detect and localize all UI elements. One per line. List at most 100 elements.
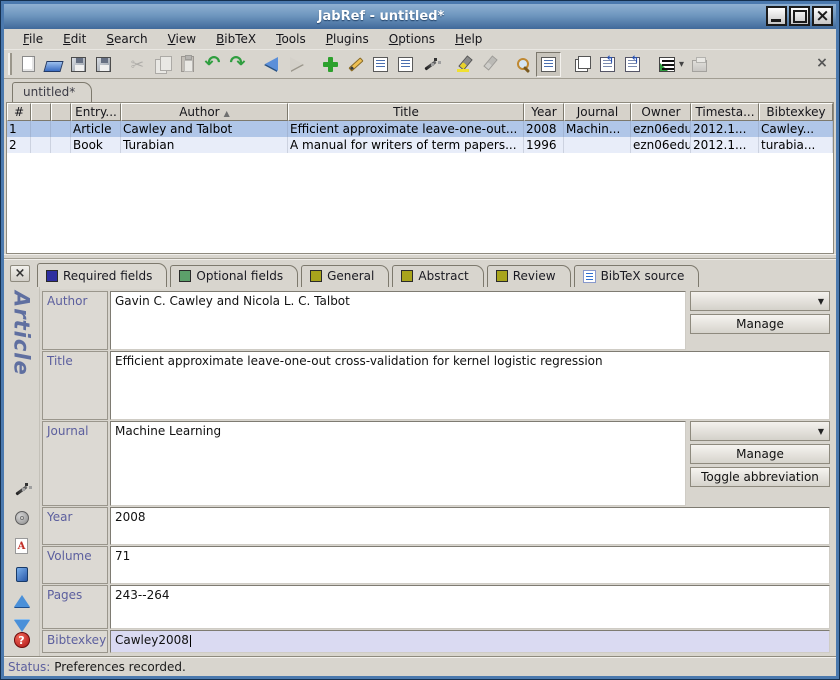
save-database-as-icon[interactable]: [91, 52, 116, 77]
gear-icon[interactable]: [15, 511, 29, 525]
title-field[interactable]: Efficient approximate leave-one-out cros…: [110, 351, 830, 420]
back-icon[interactable]: [259, 52, 284, 77]
fetch-dropdown-icon[interactable]: [679, 59, 687, 70]
author-field[interactable]: Gavin C. Cawley and Nicola L. C. Talbot: [110, 291, 686, 350]
field-label-year: Year: [42, 507, 108, 545]
column-header-file[interactable]: [51, 103, 71, 121]
table-row[interactable]: 2 Book Turabian A manual for writers of …: [7, 137, 833, 153]
open-database-icon[interactable]: [41, 52, 66, 77]
pages-field[interactable]: 243--264: [110, 585, 830, 629]
cut-icon[interactable]: [125, 52, 150, 77]
status-label: Status:: [8, 660, 50, 674]
paste-icon[interactable]: [175, 52, 200, 77]
close-search-icon[interactable]: [814, 55, 830, 71]
column-header-ranking[interactable]: [31, 103, 51, 121]
column-header-title[interactable]: Title: [288, 103, 524, 121]
fetch-web-icon[interactable]: [654, 52, 679, 77]
menu-help[interactable]: Help: [446, 30, 491, 48]
new-database-icon[interactable]: [16, 52, 41, 77]
field-label-volume: Volume: [42, 546, 108, 584]
bibtexkey-field[interactable]: Cawley2008: [110, 630, 830, 653]
pages-row: Pages 243--264: [42, 585, 830, 629]
help-icon[interactable]: [14, 632, 30, 648]
table-row[interactable]: 1 Article Cawley and Talbot Efficient ap…: [7, 121, 833, 137]
column-header-author[interactable]: Author: [121, 103, 288, 121]
database-tab-untitled[interactable]: untitled*: [12, 82, 92, 102]
journal-controls: Manage Toggle abbreviation: [690, 421, 830, 506]
menu-view[interactable]: View: [159, 30, 205, 48]
undo-icon[interactable]: [200, 52, 225, 77]
menu-search[interactable]: Search: [97, 30, 156, 48]
note-icon[interactable]: [16, 567, 28, 582]
author-controls: Manage: [690, 291, 830, 350]
forward-icon[interactable]: [284, 52, 309, 77]
window-title: JabRef - untitled*: [4, 9, 758, 24]
tab-review[interactable]: Review: [487, 265, 571, 287]
menu-file[interactable]: File: [14, 30, 52, 48]
save-database-icon[interactable]: [66, 52, 91, 77]
cleanup-entries-icon[interactable]: [418, 52, 443, 77]
open-file-icon[interactable]: [595, 52, 620, 77]
title-bar[interactable]: JabRef - untitled*: [4, 4, 836, 29]
title-row: Title Efficient approximate leave-one-ou…: [42, 351, 830, 420]
toggle-search-icon[interactable]: [536, 52, 561, 77]
pdf-icon[interactable]: [15, 538, 28, 554]
menu-tools[interactable]: Tools: [267, 30, 315, 48]
column-header-timestamp[interactable]: Timesta...: [691, 103, 759, 121]
maximize-icon[interactable]: [789, 6, 810, 26]
tab-optional-fields[interactable]: Optional fields: [170, 265, 298, 287]
column-header-journal[interactable]: Journal: [564, 103, 631, 121]
manage-button[interactable]: Manage: [690, 314, 830, 334]
manage-button[interactable]: Manage: [690, 444, 830, 464]
toolbar-drag-handle[interactable]: [8, 53, 12, 75]
search-icon[interactable]: [511, 52, 536, 77]
new-entry-icon[interactable]: [318, 52, 343, 77]
move-up-icon[interactable]: [14, 595, 30, 607]
window-controls: [766, 6, 833, 26]
source-lines-icon: [583, 270, 596, 283]
close-editor-icon[interactable]: [10, 265, 30, 282]
close-icon[interactable]: [812, 6, 833, 26]
copy-icon[interactable]: [150, 52, 175, 77]
menu-bibtex[interactable]: BibTeX: [207, 30, 265, 48]
author-name-format-dropdown[interactable]: [690, 291, 830, 311]
unmark-entries-icon[interactable]: [477, 52, 502, 77]
year-row: Year 2008: [42, 507, 830, 545]
column-header-number[interactable]: #: [7, 103, 31, 121]
move-down-icon[interactable]: [14, 620, 30, 632]
menu-plugins[interactable]: Plugins: [317, 30, 378, 48]
column-header-year[interactable]: Year: [524, 103, 564, 121]
year-field[interactable]: 2008: [110, 507, 830, 545]
menu-options[interactable]: Options: [380, 30, 444, 48]
toggle-preview-icon[interactable]: [368, 52, 393, 77]
journal-field[interactable]: Machine Learning: [110, 421, 686, 506]
open-url-icon[interactable]: [620, 52, 645, 77]
column-header-owner[interactable]: Owner: [631, 103, 691, 121]
copy-key-icon[interactable]: [570, 52, 595, 77]
abstract-tab-icon: [401, 270, 413, 282]
minimize-icon[interactable]: [766, 6, 787, 26]
redo-icon[interactable]: [225, 52, 250, 77]
mark-entries-icon[interactable]: [452, 52, 477, 77]
field-label-pages: Pages: [42, 585, 108, 629]
push-to-application-icon[interactable]: [687, 52, 712, 77]
tab-general[interactable]: General: [301, 265, 389, 287]
tab-bibtex-source[interactable]: BibTeX source: [574, 265, 700, 287]
column-header-entrytype[interactable]: Entry...: [71, 103, 121, 121]
jabref-window: JabRef - untitled* File Edit Search View…: [0, 0, 840, 680]
volume-field[interactable]: 71: [110, 546, 830, 584]
tab-required-fields[interactable]: Required fields: [37, 263, 167, 287]
toggle-groups-icon[interactable]: [393, 52, 418, 77]
column-header-bibtexkey[interactable]: Bibtexkey: [759, 103, 833, 121]
general-tab-icon: [310, 270, 322, 282]
tab-abstract[interactable]: Abstract: [392, 265, 483, 287]
menu-edit[interactable]: Edit: [54, 30, 95, 48]
cleanup-wand-icon[interactable]: [13, 481, 30, 498]
sidebar-icons: [13, 481, 30, 632]
table-header-row: # Entry... Author Title Year Journal Own…: [7, 103, 833, 121]
journal-dropdown[interactable]: [690, 421, 830, 441]
entry-editor-tabs: Required fields Optional fields General …: [4, 260, 836, 287]
toggle-abbreviation-button[interactable]: Toggle abbreviation: [690, 467, 830, 487]
edit-entry-icon[interactable]: [343, 52, 368, 77]
volume-row: Volume 71: [42, 546, 830, 584]
